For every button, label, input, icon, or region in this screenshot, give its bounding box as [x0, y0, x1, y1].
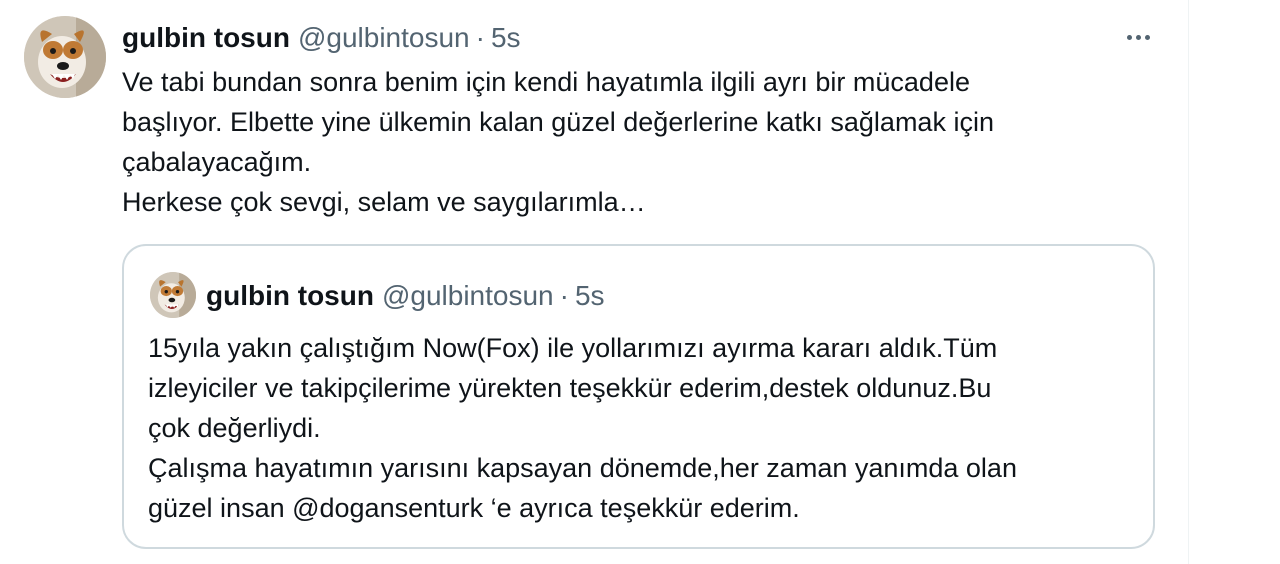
quoted-author-avatar[interactable]	[150, 272, 196, 318]
quoted-text-line: izleyiciler ve takipçilerime yürekten te…	[148, 373, 992, 403]
separator-dot: ·	[559, 280, 569, 311]
tweet-text-line: çabalayacağım.	[122, 147, 312, 177]
quoted-text-line: Çalışma hayatımın yarısını kapsayan döne…	[148, 453, 1017, 483]
separator-dot: ·	[475, 22, 485, 53]
more-options-button[interactable]	[1118, 22, 1158, 52]
tweet-header: gulbin tosun @gulbintosun · 5s	[122, 20, 521, 56]
author-avatar[interactable]	[24, 16, 106, 98]
tweet[interactable]: gulbin tosun @gulbintosun · 5s Ve tabi b…	[0, 0, 1188, 564]
quoted-author-handle[interactable]: @gulbintosun	[382, 280, 554, 312]
tweet-text: Ve tabi bundan sonra benim için kendi ha…	[122, 62, 1162, 222]
quoted-tweet-timestamp[interactable]: 5s	[575, 280, 605, 312]
quoted-text-line: çok değerliydi.	[148, 413, 321, 443]
dog-avatar-icon	[150, 272, 196, 318]
author-handle[interactable]: @gulbintosun	[298, 22, 470, 54]
quoted-tweet-text: 15yıla yakın çalıştığım Now(Fox) ile yol…	[148, 328, 1138, 528]
quoted-text-line: güzel insan @dogansenturk ‘e ayrıca teşe…	[148, 493, 800, 523]
quoted-text-line: 15yıla yakın çalıştığım Now(Fox) ile yol…	[148, 333, 998, 363]
author-name[interactable]: gulbin tosun	[122, 22, 290, 54]
tweet-text-line: başlıyor. Elbette yine ülkemin kalan güz…	[122, 107, 994, 137]
more-horizontal-icon	[1126, 34, 1132, 40]
quoted-tweet[interactable]: gulbin tosun @gulbintosun · 5s 15yıla ya…	[122, 244, 1155, 549]
tweet-timestamp[interactable]: 5s	[491, 22, 521, 54]
tweet-text-line: Herkese çok sevgi, selam ve saygılarımla…	[122, 187, 646, 217]
quoted-tweet-header: gulbin tosun @gulbintosun · 5s	[206, 278, 605, 314]
dog-avatar-icon	[24, 16, 106, 98]
column-divider	[1188, 0, 1189, 564]
tweet-text-line: Ve tabi bundan sonra benim için kendi ha…	[122, 67, 970, 97]
quoted-author-name[interactable]: gulbin tosun	[206, 280, 374, 312]
